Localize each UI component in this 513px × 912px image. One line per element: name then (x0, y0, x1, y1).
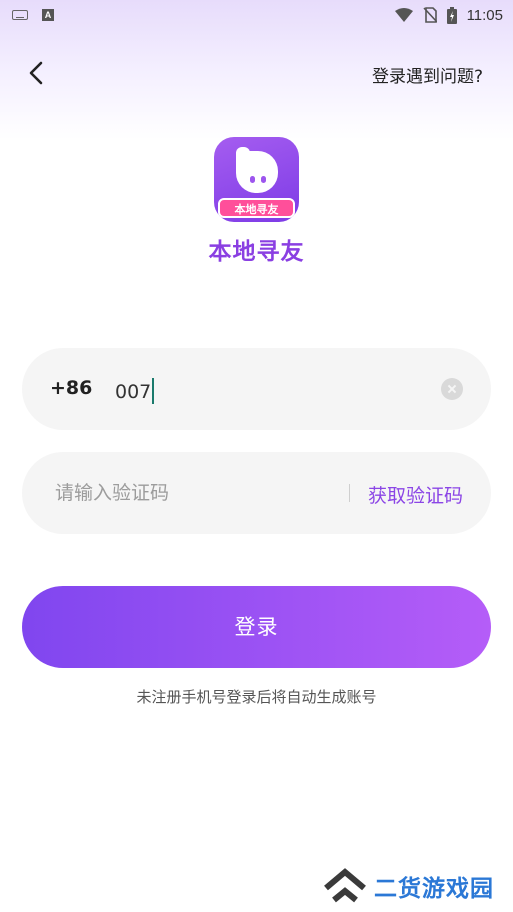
phone-field[interactable]: +86 007 (22, 348, 491, 430)
chevron-left-icon (29, 61, 43, 85)
phone-input[interactable]: 007 (115, 378, 155, 404)
logo-bubble-icon (236, 147, 278, 193)
auto-register-hint: 未注册手机号登录后将自动生成账号 (136, 688, 377, 706)
status-bar: A 11:05 (0, 0, 513, 30)
get-code-button[interactable]: 获取验证码 (368, 481, 463, 508)
watermark-text: 二货游戏园 (374, 876, 494, 902)
back-button[interactable] (22, 58, 52, 88)
login-button[interactable]: 登录 (22, 586, 491, 668)
logo-eye-left (250, 176, 255, 183)
watermark-logo-icon (324, 868, 366, 903)
logo-banner: 本地寻友 (218, 198, 295, 218)
watermark: 二货游戏园 (322, 866, 494, 906)
app-logo: 本地寻友 (214, 137, 299, 222)
login-help-link[interactable]: 登录遇到问题? (372, 62, 483, 87)
no-sim-icon (422, 7, 437, 23)
keyboard-icon (12, 10, 28, 20)
wifi-icon (394, 8, 413, 22)
verification-code-input[interactable] (55, 480, 305, 506)
verification-code-field[interactable]: 获取验证码 (22, 452, 491, 534)
country-code[interactable]: +86 (50, 377, 92, 399)
clear-icon[interactable] (441, 378, 463, 400)
field-divider (349, 484, 350, 502)
phone-input-value: 007 (115, 381, 152, 403)
app-name: 本地寻友 (208, 239, 305, 265)
text-caret (152, 378, 155, 404)
a-notification-icon: A (42, 9, 54, 21)
logo-eye-right (261, 176, 266, 183)
battery-icon (446, 6, 457, 24)
status-time: 11:05 (466, 6, 503, 24)
